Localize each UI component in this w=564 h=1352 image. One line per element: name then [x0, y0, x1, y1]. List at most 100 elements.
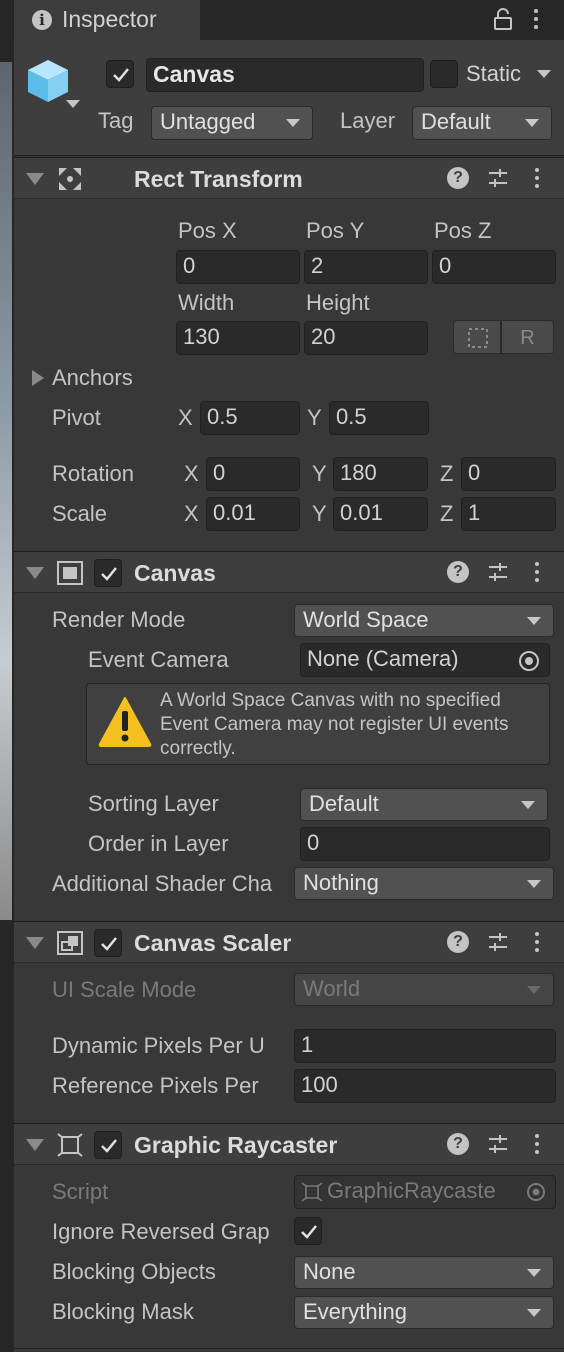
rect-transform-title: Rect Transform	[134, 166, 303, 192]
foldout-arrow-icon[interactable]	[26, 567, 44, 579]
canvas-scaler-enabled-checkbox[interactable]	[94, 929, 122, 957]
static-label[interactable]: Static	[466, 61, 521, 87]
static-checkbox[interactable]	[430, 60, 458, 88]
rotation-x-input[interactable]: 0	[206, 457, 300, 491]
warning-icon	[97, 694, 153, 750]
script-field: GraphicRaycaste	[294, 1175, 556, 1209]
chevron-down-icon	[527, 880, 541, 888]
static-dropdown-icon[interactable]	[537, 70, 551, 78]
rotation-z-input[interactable]: 0	[461, 457, 556, 491]
raw-edit-button[interactable]: R	[501, 320, 554, 354]
script-raycaster-icon	[301, 1182, 323, 1202]
component-menu-icon[interactable]	[535, 1134, 541, 1158]
pivot-y-input[interactable]: 0.5	[329, 401, 429, 435]
height-label: Height	[306, 290, 370, 315]
rotation-x-label: X	[184, 461, 199, 486]
ignore-reversed-graphics-checkbox[interactable]	[294, 1217, 322, 1245]
gameobject-cube-icon[interactable]	[26, 58, 82, 112]
blocking-mask-dropdown[interactable]: Everything	[294, 1296, 554, 1329]
scale-z-input[interactable]: 1	[461, 497, 556, 531]
layer-value: Default	[421, 109, 491, 134]
tag-dropdown[interactable]: Untagged	[151, 106, 313, 140]
chevron-down-icon	[527, 617, 541, 625]
additional-shader-channels-label: Additional Shader Chа	[52, 871, 273, 896]
canvas-enabled-checkbox[interactable]	[94, 559, 122, 587]
pos-y-label: Pos Y	[306, 218, 365, 243]
presets-icon[interactable]	[487, 1133, 509, 1155]
scale-x-input[interactable]: 0.01	[206, 497, 300, 531]
blocking-mask-value: Everything	[303, 1299, 407, 1324]
width-input[interactable]: 130	[176, 321, 300, 355]
blocking-objects-dropdown[interactable]: None	[294, 1256, 554, 1289]
event-camera-label: Event Camera	[88, 647, 229, 672]
anchors-label[interactable]: Anchors	[52, 365, 133, 391]
active-checkbox[interactable]	[106, 60, 134, 88]
component-menu-icon[interactable]	[535, 562, 541, 586]
script-picker-icon	[526, 1182, 546, 1202]
pos-x-input[interactable]: 0	[176, 250, 300, 284]
tag-label: Tag	[98, 108, 134, 133]
blocking-mask-label: Blocking Mask	[52, 1299, 194, 1324]
canvas-component-icon	[56, 560, 84, 586]
lock-icon[interactable]	[493, 8, 513, 30]
canvas-scaler-title: Canvas Scaler	[134, 930, 292, 956]
help-icon[interactable]: ?	[447, 931, 469, 953]
help-icon[interactable]: ?	[447, 1133, 469, 1155]
bottom-divider	[14, 1348, 564, 1349]
chevron-down-icon	[527, 986, 541, 994]
rotation-z-label: Z	[440, 461, 454, 486]
layer-dropdown[interactable]: Default	[412, 106, 552, 140]
rotation-y-input[interactable]: 180	[333, 457, 428, 491]
anchors-foldout-icon[interactable]	[32, 370, 44, 386]
additional-shader-channels-value: Nothing	[303, 870, 379, 895]
foldout-arrow-icon[interactable]	[26, 1139, 44, 1151]
canvas-title: Canvas	[134, 560, 216, 586]
rect-transform-icon	[57, 166, 83, 192]
graphic-raycaster-enabled-checkbox[interactable]	[94, 1131, 122, 1159]
scale-x-label: X	[184, 501, 199, 526]
order-in-layer-input[interactable]: 0	[300, 827, 550, 861]
reference-pixels-input[interactable]: 100	[294, 1069, 556, 1103]
chevron-down-icon	[527, 1309, 541, 1317]
pos-z-input[interactable]: 0	[432, 250, 556, 284]
presets-icon[interactable]	[487, 931, 509, 953]
help-icon[interactable]: ?	[447, 167, 469, 189]
scale-y-input[interactable]: 0.01	[333, 497, 428, 531]
presets-icon[interactable]	[487, 167, 509, 189]
tab-menu-icon[interactable]	[534, 9, 540, 33]
rotation-label: Rotation	[52, 461, 134, 486]
chevron-down-icon	[527, 1269, 541, 1277]
component-menu-icon[interactable]	[535, 168, 541, 192]
scene-view-edge	[0, 62, 12, 920]
help-icon[interactable]: ?	[447, 561, 469, 583]
component-menu-icon[interactable]	[535, 932, 541, 956]
additional-shader-channels-dropdown[interactable]: Nothing	[294, 867, 554, 900]
graphic-raycaster-icon	[56, 1132, 84, 1158]
scale-label: Scale	[52, 501, 108, 526]
foldout-arrow-icon[interactable]	[26, 937, 44, 949]
ui-scale-mode-value: World	[303, 976, 361, 1001]
sorting-layer-dropdown[interactable]: Default	[300, 788, 548, 821]
chevron-down-icon	[521, 801, 535, 809]
pos-y-input[interactable]: 2	[304, 250, 428, 284]
warning-text: A World Space Canvas with no specified E…	[160, 690, 509, 759]
canvas-scaler-icon	[56, 930, 84, 956]
render-mode-dropdown[interactable]: World Space	[294, 604, 554, 637]
object-picker-icon[interactable]	[518, 650, 540, 672]
dynamic-pixels-input[interactable]: 1	[294, 1029, 556, 1063]
height-input[interactable]: 20	[304, 321, 428, 355]
pivot-x-input[interactable]: 0.5	[200, 401, 300, 435]
foldout-arrow-icon[interactable]	[26, 173, 44, 185]
pivot-x-label: X	[178, 405, 193, 430]
chevron-down-icon	[525, 119, 539, 127]
ignore-reversed-graphics-label: Ignore Reversed Grap	[52, 1219, 270, 1244]
blueprint-mode-button[interactable]	[453, 320, 501, 354]
tab-inspector-label: Inspector	[62, 6, 157, 32]
event-camera-field[interactable]: None (Camera)	[300, 643, 550, 677]
object-name-input[interactable]: Canvas	[146, 58, 424, 92]
presets-icon[interactable]	[487, 561, 509, 583]
info-icon: i	[32, 10, 52, 30]
ui-scale-mode-dropdown: World	[294, 973, 554, 1006]
reference-pixels-label: Reference Pixels Per	[52, 1073, 259, 1098]
rotation-y-label: Y	[312, 461, 327, 486]
